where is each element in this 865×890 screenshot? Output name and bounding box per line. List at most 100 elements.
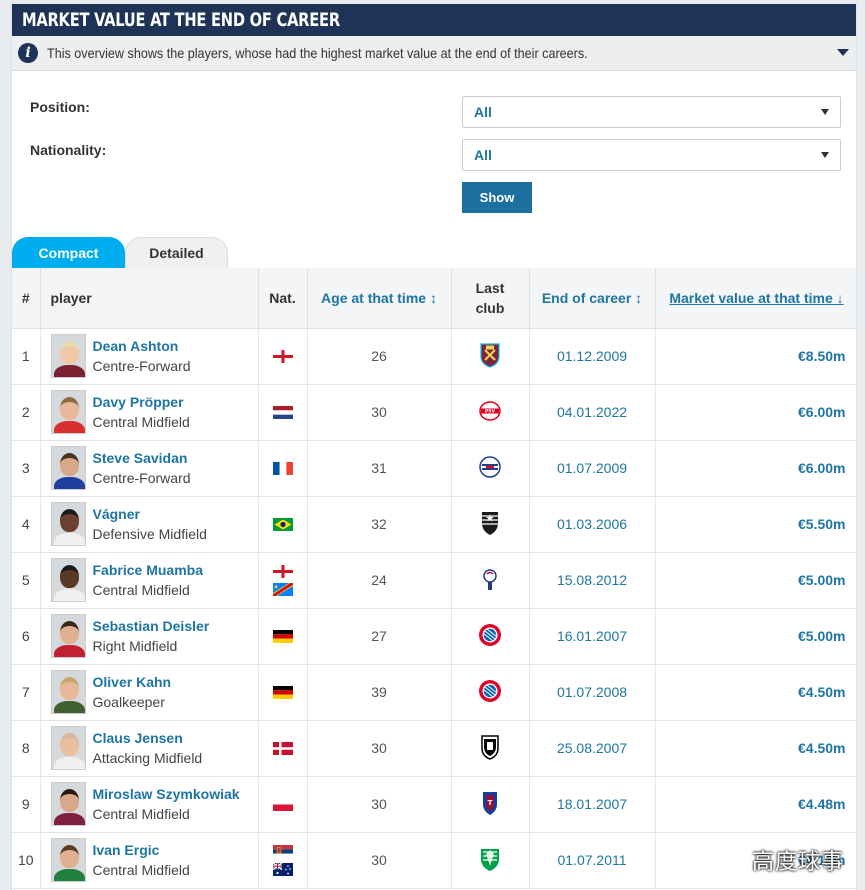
- end-of-career-cell[interactable]: 16.01.2007: [529, 608, 656, 665]
- bolton-crest[interactable]: [478, 566, 502, 595]
- player-photo[interactable]: [50, 670, 86, 714]
- age-cell: 30: [307, 832, 452, 889]
- player-position: Right Midfield: [92, 638, 178, 654]
- position-label: Position:: [30, 99, 90, 115]
- atletico-mineiro-crest[interactable]: [478, 510, 502, 539]
- psv-crest[interactable]: PSV: [478, 398, 502, 427]
- player-name-link[interactable]: Steve Savidan: [93, 448, 191, 468]
- end-of-career-cell[interactable]: 18.01.2007: [529, 776, 656, 833]
- player-name-link[interactable]: Davy Pröpper: [93, 392, 190, 412]
- bayern-crest[interactable]: [478, 622, 502, 651]
- player-cell: Fabrice Muamba Central Midfield: [40, 552, 259, 609]
- player-photo[interactable]: [50, 446, 86, 490]
- flag-poland-icon: [272, 797, 293, 811]
- flag-germany-icon: [272, 685, 293, 699]
- player-position: Central Midfield: [92, 582, 190, 598]
- table-row: 8 Claus Jensen Attacking Midfield 30 25.08.2…: [12, 720, 856, 777]
- player-cell: Steve Savidan Centre-Forward: [40, 440, 259, 497]
- market-value-box: MARKET VALUE AT THE END OF CAREER i This…: [11, 4, 857, 890]
- player-photo[interactable]: [50, 390, 86, 434]
- caen-crest[interactable]: [478, 454, 502, 483]
- rank-cell: 4: [12, 496, 41, 553]
- rank-cell: 8: [12, 720, 41, 777]
- end-of-career-cell[interactable]: 01.03.2006: [529, 496, 656, 553]
- market-value-cell[interactable]: €8.50m: [655, 328, 856, 385]
- col-age-sort[interactable]: Age at that time ↕: [307, 268, 452, 329]
- market-value-cell[interactable]: €4.50m: [655, 720, 856, 777]
- tab-compact[interactable]: Compact: [12, 237, 125, 268]
- player-position: Goalkeeper: [92, 694, 165, 710]
- last-club-cell: [451, 664, 530, 721]
- player-name-link[interactable]: Claus Jensen: [93, 728, 203, 748]
- player-name-link[interactable]: Vágner: [93, 504, 207, 524]
- player-name-link[interactable]: Ivan Ergic: [93, 840, 190, 860]
- market-value-cell[interactable]: €4.48m: [655, 776, 856, 833]
- info-icon: i: [18, 43, 38, 63]
- end-of-career-cell[interactable]: 01.07.2008: [529, 664, 656, 721]
- player-photo[interactable]: [50, 334, 86, 378]
- tab-detailed[interactable]: Detailed: [125, 237, 228, 268]
- player-photo[interactable]: [50, 558, 86, 602]
- end-of-career-cell[interactable]: 01.12.2009: [529, 328, 656, 385]
- last-club-cell: [451, 496, 530, 553]
- end-of-career-cell[interactable]: 04.01.2022: [529, 384, 656, 441]
- nationality-select[interactable]: All: [462, 139, 841, 171]
- player-photo[interactable]: [50, 782, 86, 826]
- flag-serbia-icon: [272, 844, 293, 858]
- market-value-cell[interactable]: €4.50m: [655, 664, 856, 721]
- market-value-cell[interactable]: €5.00m: [655, 608, 856, 665]
- player-name-link[interactable]: Dean Ashton: [93, 336, 191, 356]
- player-name-link[interactable]: Sebastian Deisler: [93, 616, 210, 636]
- col-end-of-career-sort[interactable]: End of career ↕: [529, 268, 656, 329]
- info-bar[interactable]: i This overview shows the players, whose…: [12, 36, 856, 71]
- west-ham-crest[interactable]: [478, 342, 502, 371]
- info-text: This overview shows the players, whose h…: [47, 45, 588, 61]
- nationality-cell: [258, 776, 308, 833]
- caret-down-icon: [821, 152, 829, 158]
- nationality-cell: [258, 552, 308, 609]
- last-club-cell: T: [451, 776, 530, 833]
- nationality-cell: [258, 608, 308, 665]
- player-cell: Ivan Ergic Central Midfield: [40, 832, 259, 889]
- table-row: 9 Miroslaw Szymkowiak Central Midfield 30 T 1…: [12, 776, 856, 833]
- table-header-row: # player Nat. Age at that time ↕ Last cl…: [12, 268, 856, 329]
- flag-dr-congo-icon: [272, 582, 293, 596]
- chevron-down-icon[interactable]: [837, 49, 849, 56]
- svg-text:T: T: [488, 799, 493, 807]
- last-club-cell: [451, 720, 530, 777]
- market-value-cell[interactable]: €5.00m: [655, 552, 856, 609]
- player-photo[interactable]: [50, 838, 86, 882]
- trabzonspor-crest[interactable]: T: [478, 790, 502, 819]
- market-value-cell[interactable]: €5.50m: [655, 496, 856, 553]
- end-of-career-cell[interactable]: 01.07.2009: [529, 440, 656, 497]
- player-photo[interactable]: [50, 614, 86, 658]
- player-photo[interactable]: [50, 502, 86, 546]
- bayern-crest[interactable]: [478, 678, 502, 707]
- age-cell: 30: [307, 776, 452, 833]
- nationality-select-value: All: [474, 147, 492, 163]
- player-name-link[interactable]: Miroslaw Szymkowiak: [93, 784, 240, 804]
- last-club-cell: [451, 608, 530, 665]
- caret-down-icon: [821, 109, 829, 115]
- show-button[interactable]: Show: [462, 182, 532, 213]
- market-value-cell[interactable]: €6.00m: [655, 440, 856, 497]
- table-row: 6 Sebastian Deisler Right Midfield 27 16.01.…: [12, 608, 856, 665]
- age-cell: 27: [307, 608, 452, 665]
- market-value-cell[interactable]: €6.00m: [655, 384, 856, 441]
- player-photo[interactable]: [50, 726, 86, 770]
- position-select[interactable]: All: [462, 96, 841, 128]
- end-of-career-cell[interactable]: 01.07.2011: [529, 832, 656, 889]
- age-cell: 32: [307, 496, 452, 553]
- col-player: player: [40, 268, 259, 329]
- rank-cell: 3: [12, 440, 41, 497]
- last-club-cell: [451, 552, 530, 609]
- fulham-crest[interactable]: [478, 734, 502, 763]
- age-cell: 26: [307, 328, 452, 385]
- end-of-career-cell[interactable]: 15.08.2012: [529, 552, 656, 609]
- view-tabs: Compact Detailed: [12, 237, 856, 268]
- bursaspor-crest[interactable]: [478, 846, 502, 875]
- player-name-link[interactable]: Oliver Kahn: [93, 672, 172, 692]
- player-name-link[interactable]: Fabrice Muamba: [93, 560, 203, 580]
- col-market-value-sort[interactable]: Market value at that time ↓: [655, 268, 856, 329]
- end-of-career-cell[interactable]: 25.08.2007: [529, 720, 656, 777]
